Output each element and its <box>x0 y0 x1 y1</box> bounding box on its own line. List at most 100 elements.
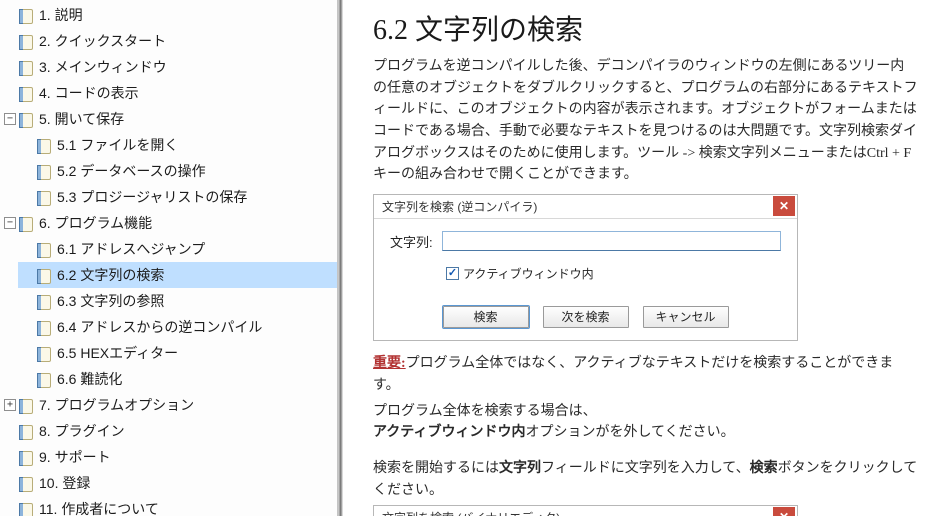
toggle-spacer <box>4 425 16 437</box>
tree-item[interactable]: − 5. 開いて保存 <box>0 106 337 132</box>
tree-item[interactable]: 8. プラグイン <box>0 418 337 444</box>
intro-paragraph: プログラムを逆コンパイルした後、デコンパイラのウィンドウの左側にあるツリー内の任… <box>373 56 918 186</box>
content-pane: 6.2 文字列の検索 プログラムを逆コンパイルした後、デコンパイラのウィンドウの… <box>343 0 940 516</box>
search-dialog-decompiler: 文字列を検索 (逆コンパイラ) ✕ 文字列: アクティブウィンドウ内 検索 次を… <box>373 194 798 341</box>
tree-item-label: 10. 登録 <box>39 473 90 493</box>
book-icon <box>37 164 51 179</box>
tree-item[interactable]: +7. プログラムオプション <box>0 392 337 418</box>
book-icon <box>19 34 33 49</box>
tree-item-label: 6.2 文字列の検索 <box>57 265 164 285</box>
toggle-spacer <box>4 61 16 73</box>
tree-item[interactable]: 6.1 アドレスへジャンプ <box>18 236 337 262</box>
tree-item[interactable]: 6.3 文字列の参照 <box>18 288 337 314</box>
tree-item-label: 6.1 アドレスへジャンプ <box>57 239 205 259</box>
tree-item[interactable]: 6.2 文字列の検索 <box>18 262 337 288</box>
tree-item-label: 6.6 難読化 <box>57 369 122 389</box>
toggle-spacer <box>4 477 16 489</box>
tree-item[interactable]: 6.6 難読化 <box>18 366 337 392</box>
dialog-body: 文字列: アクティブウィンドウ内 検索 次を検索 キャンセル <box>374 219 797 340</box>
book-icon <box>19 86 33 101</box>
tree-item-label: 7. プログラムオプション <box>39 395 194 415</box>
book-icon <box>37 242 51 257</box>
book-icon <box>37 320 51 335</box>
important-paragraph: 重要:プログラム全体ではなく、アクティブなテキストだけを検索することができます。 <box>373 353 918 396</box>
tree-item[interactable]: 6.5 HEXエディター <box>18 340 337 366</box>
checkbox-icon[interactable] <box>446 267 459 280</box>
dialog-titlebar: 文字列を検索 (逆コンパイラ) ✕ <box>374 195 797 219</box>
howto-paragraph: 検索を開始するには文字列フィールドに文字列を入力して、検索ボタンをクリックしてく… <box>373 458 918 501</box>
book-icon <box>37 190 51 205</box>
tree-item[interactable]: 5.1 ファイルを開く <box>18 132 337 158</box>
tree-item[interactable]: 11. 作成者について <box>0 496 337 516</box>
tree-item[interactable]: 5.3 プロジージャリストの保存 <box>18 184 337 210</box>
toggle-spacer <box>22 139 34 151</box>
important-label: 重要: <box>373 356 406 371</box>
page-title: 6.2 文字列の検索 <box>373 8 918 48</box>
string-input[interactable] <box>442 231 781 251</box>
tree-item[interactable]: 6.4 アドレスからの逆コンパイル <box>18 314 337 340</box>
dialog-titlebar-2: 文字列を検索 (バイナリエディタ) ✕ <box>374 506 797 516</box>
search-button[interactable]: 検索 <box>443 306 529 328</box>
string-field-row: 文字列: <box>390 231 781 251</box>
collapse-icon[interactable]: − <box>4 113 16 125</box>
close-icon[interactable]: ✕ <box>773 507 795 516</box>
book-icon <box>19 112 33 127</box>
book-icon <box>19 8 33 23</box>
book-icon <box>37 346 51 361</box>
tree-item[interactable]: −6. プログラム機能 <box>0 210 337 236</box>
book-icon <box>19 476 33 491</box>
find-next-button[interactable]: 次を検索 <box>543 306 629 328</box>
book-icon <box>19 450 33 465</box>
tree-item-label: 9. サポート <box>39 447 111 467</box>
collapse-icon[interactable]: − <box>4 217 16 229</box>
tree-item-label: 5.2 データベースの操作 <box>57 161 206 181</box>
toggle-spacer <box>4 9 16 21</box>
cancel-button[interactable]: キャンセル <box>643 306 729 328</box>
book-icon <box>19 424 33 439</box>
tree-item-label: 1. 説明 <box>39 5 83 25</box>
string-field-label: 文字列: <box>390 232 442 251</box>
tree-item-label: 6.3 文字列の参照 <box>57 291 164 311</box>
tree-item[interactable]: 10. 登録 <box>0 470 337 496</box>
tree-item-label: 2. クイックスタート <box>39 31 166 51</box>
tree-item[interactable]: 1. 説明 <box>0 2 337 28</box>
tree-item[interactable]: 5.2 データベースの操作 <box>18 158 337 184</box>
tree-item-label: 5.3 プロジージャリストの保存 <box>57 187 247 207</box>
book-icon <box>19 502 33 516</box>
toggle-spacer <box>22 243 34 255</box>
book-icon <box>37 138 51 153</box>
option-note: プログラム全体を検索する場合は、 アクティブウィンドウ内オプションがを外してくだ… <box>373 401 918 444</box>
tree-item[interactable]: 3. メインウィンドウ <box>0 54 337 80</box>
book-icon <box>37 268 51 283</box>
toggle-spacer <box>4 451 16 463</box>
toggle-spacer <box>4 503 16 515</box>
tree-item-label: 6.5 HEXエディター <box>57 343 178 363</box>
toggle-spacer <box>22 269 34 281</box>
tree-item-label: 3. メインウィンドウ <box>39 57 167 77</box>
toggle-spacer <box>22 373 34 385</box>
tree-item[interactable]: 4. コードの表示 <box>0 80 337 106</box>
option-name-bold: アクティブウィンドウ内 <box>373 425 525 440</box>
active-window-checkbox-row[interactable]: アクティブウィンドウ内 <box>446 265 781 282</box>
important-text: プログラム全体ではなく、アクティブなテキストだけを検索することができます。 <box>373 356 893 393</box>
tree-item-label: 8. プラグイン <box>39 421 125 441</box>
book-icon <box>19 216 33 231</box>
close-icon[interactable]: ✕ <box>773 196 795 216</box>
book-icon <box>37 372 51 387</box>
book-icon <box>19 60 33 75</box>
search-dialog-binary: 文字列を検索 (バイナリエディタ) ✕ <box>373 505 798 516</box>
app-window: 1. 説明 2. クイックスタート 3. メインウィンドウ 4. コードの表示 − 5. … <box>0 0 940 516</box>
toggle-spacer <box>22 347 34 359</box>
tree-item-label: 11. 作成者について <box>39 499 159 516</box>
toggle-spacer <box>22 191 34 203</box>
dialog-title-text-2: 文字列を検索 (バイナリエディタ) <box>382 509 560 516</box>
tree-item[interactable]: 9. サポート <box>0 444 337 470</box>
tree-item-label: 6.4 アドレスからの逆コンパイル <box>57 317 262 337</box>
tree-item-label: 5. 開いて保存 <box>39 109 124 129</box>
book-icon <box>37 294 51 309</box>
expand-icon[interactable]: + <box>4 399 16 411</box>
tree-item[interactable]: 2. クイックスタート <box>0 28 337 54</box>
toggle-spacer <box>22 295 34 307</box>
toggle-spacer <box>4 35 16 47</box>
tree-item-label: 4. コードの表示 <box>39 83 139 103</box>
